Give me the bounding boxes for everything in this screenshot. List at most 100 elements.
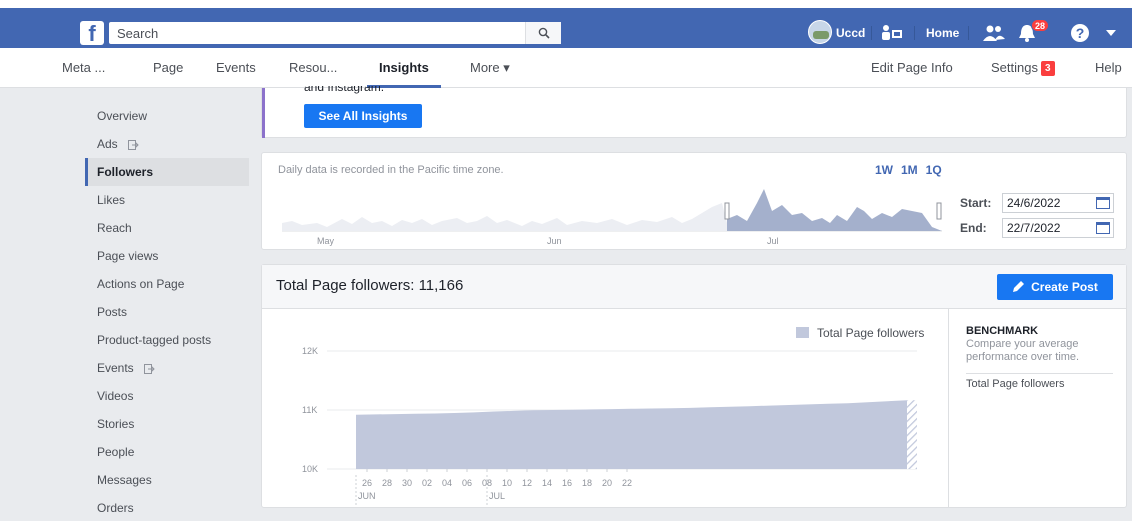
- x-month-label: JUL: [489, 491, 505, 501]
- x-tick-label: 16: [562, 478, 572, 488]
- search-box: [109, 22, 561, 44]
- tab-page[interactable]: Page: [153, 48, 183, 88]
- sidebar-item-reach[interactable]: Reach: [85, 214, 249, 242]
- range-start-handle[interactable]: [724, 202, 730, 220]
- svg-text:?: ?: [1076, 25, 1085, 41]
- sidebar-item-label: Ads: [97, 137, 118, 151]
- tab-events[interactable]: Events: [216, 48, 256, 88]
- sidebar-item-label: Product-tagged posts: [97, 333, 212, 347]
- help-icon[interactable]: ?: [1070, 23, 1090, 43]
- incomplete-day-band: [907, 400, 917, 469]
- accent-bar: [262, 88, 265, 138]
- see-all-insights-button[interactable]: See All Insights: [304, 104, 422, 128]
- sidebar-item-orders[interactable]: Orders: [85, 494, 249, 521]
- top-bar: f Uccd Home 28 ?: [0, 0, 1132, 48]
- x-tick-label: 20: [602, 478, 612, 488]
- sidebar-item-label: Followers: [97, 165, 154, 179]
- banner-text: and Instagram.: [304, 86, 385, 94]
- x-month-label: JUN: [358, 491, 376, 501]
- notification-count-badge: 28: [1031, 19, 1050, 32]
- sidebar-item-label: Stories: [97, 417, 135, 431]
- sidebar-item-label: Overview: [97, 109, 148, 123]
- sidebar-item-stories[interactable]: Stories: [85, 410, 249, 438]
- create-page-icon[interactable]: [880, 24, 904, 42]
- end-date-value: 22/7/2022: [1007, 221, 1061, 235]
- end-date-field[interactable]: 22/7/2022: [1002, 218, 1114, 238]
- calendar-icon[interactable]: [1096, 197, 1110, 209]
- edit-page-info-link[interactable]: Edit Page Info: [871, 48, 953, 88]
- sidebar-item-likes[interactable]: Likes: [85, 186, 249, 214]
- sidebar-item-label: Likes: [97, 193, 126, 207]
- benchmark-panel: BENCHMARK Compare your average performan…: [948, 309, 1127, 508]
- chart-legend: Total Page followers: [796, 326, 924, 340]
- benchmark-metric-link[interactable]: Total Page followers: [966, 378, 1064, 390]
- sidebar-item-ads[interactable]: Ads: [85, 130, 249, 158]
- avatar[interactable]: [808, 20, 832, 44]
- legend-swatch: [796, 327, 809, 338]
- tab-meta[interactable]: Meta ...: [62, 48, 105, 88]
- range-1m-button[interactable]: 1M: [901, 163, 918, 177]
- friends-icon[interactable]: [983, 25, 1005, 41]
- tab-insights[interactable]: Insights: [367, 48, 441, 88]
- followers-card: Total Page followers: 11,166 Create Post…: [261, 264, 1127, 508]
- start-date-value: 24/6/2022: [1007, 196, 1061, 210]
- sidebar-item-label: Reach: [97, 221, 132, 235]
- sidebar-item-messages[interactable]: Messages: [85, 466, 249, 494]
- export-icon: [143, 363, 155, 374]
- sidebar-item-posts[interactable]: Posts: [85, 298, 249, 326]
- legend-label: Total Page followers: [817, 326, 925, 340]
- range-end-handle[interactable]: [936, 202, 942, 220]
- date-range-card: Daily data is recorded in the Pacific ti…: [261, 152, 1127, 250]
- divider: [914, 26, 915, 40]
- tab-more[interactable]: More ▾: [470, 48, 510, 88]
- search-input[interactable]: [109, 22, 519, 44]
- create-post-button[interactable]: Create Post: [997, 274, 1113, 300]
- start-date-field[interactable]: 24/6/2022: [1002, 193, 1114, 213]
- home-link[interactable]: Home: [926, 26, 959, 40]
- x-tick-label: 06: [462, 478, 472, 488]
- settings-badge: 3: [1040, 61, 1055, 76]
- end-date-label: End:: [960, 221, 987, 235]
- page-nav-bar: Meta ... Page Events Resou... Insights M…: [0, 48, 1132, 88]
- profile-name-link[interactable]: Uccd: [836, 26, 865, 40]
- settings-link[interactable]: Settings 3: [991, 48, 1055, 88]
- x-tick-label: 02: [422, 478, 432, 488]
- range-1q-button[interactable]: 1Q: [926, 163, 942, 177]
- followers-title: Total Page followers: 11,166: [276, 277, 464, 294]
- help-link[interactable]: Help: [1095, 48, 1122, 88]
- sidebar-item-actions-on-page[interactable]: Actions on Page: [85, 270, 249, 298]
- start-date-label: Start:: [960, 196, 992, 210]
- sidebar-item-page-views[interactable]: Page views: [85, 242, 249, 270]
- x-tick-label: 30: [402, 478, 412, 488]
- divider: [968, 26, 969, 40]
- search-button[interactable]: [525, 22, 561, 44]
- x-tick-label: 28: [382, 478, 392, 488]
- sidebar-item-label: Actions on Page: [97, 277, 185, 291]
- x-tick-label: 26: [362, 478, 372, 488]
- x-tick-label: 22: [622, 478, 632, 488]
- x-tick-label: 04: [442, 478, 452, 488]
- account-menu-chevron-icon[interactable]: [1105, 28, 1117, 38]
- sparkline-month-label: Jun: [547, 236, 562, 246]
- range-1w-button[interactable]: 1W: [875, 163, 893, 177]
- sidebar-item-videos[interactable]: Videos: [85, 382, 249, 410]
- sidebar-item-label: Events: [97, 361, 134, 375]
- sidebar-item-followers[interactable]: Followers: [85, 158, 249, 186]
- sparkline-unselected-area: [282, 203, 727, 231]
- search-icon: [538, 27, 550, 39]
- facebook-logo-icon[interactable]: f: [80, 21, 104, 45]
- range-sparkline[interactable]: [282, 183, 942, 233]
- settings-label: Settings: [991, 60, 1038, 75]
- y-tick-label: 10K: [302, 464, 318, 474]
- x-tick-label: 12: [522, 478, 532, 488]
- tab-resources[interactable]: Resou...: [289, 48, 337, 88]
- export-icon: [127, 139, 139, 150]
- x-tick-label: 18: [582, 478, 592, 488]
- sidebar-item-product-tagged-posts[interactable]: Product-tagged posts: [85, 326, 249, 354]
- sidebar-item-label: Page views: [97, 249, 159, 263]
- sidebar-item-label: Videos: [97, 389, 134, 403]
- calendar-icon[interactable]: [1096, 222, 1110, 234]
- sidebar-item-people[interactable]: People: [85, 438, 249, 466]
- sidebar-item-overview[interactable]: Overview: [85, 102, 249, 130]
- sidebar-item-events[interactable]: Events: [85, 354, 249, 382]
